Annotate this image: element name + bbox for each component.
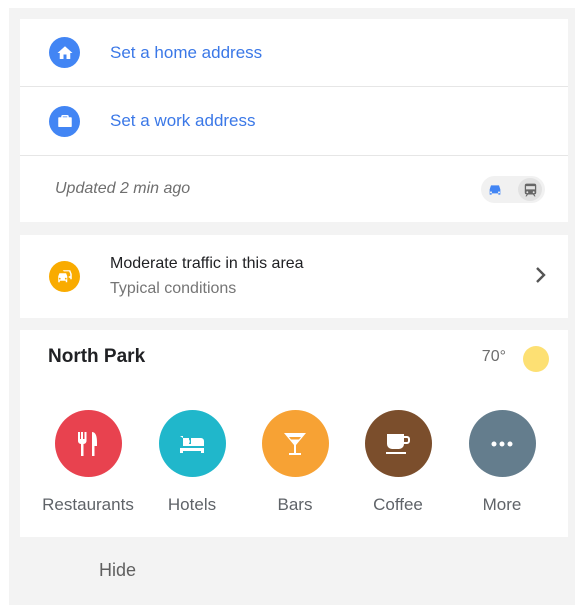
traffic-cars-icon bbox=[49, 261, 80, 292]
sun-icon bbox=[523, 346, 549, 372]
category-hotels[interactable]: Hotels bbox=[140, 410, 244, 515]
car-icon[interactable] bbox=[481, 176, 509, 203]
explore-panel: Set a home address Set a work address Up… bbox=[9, 8, 575, 605]
bed-icon bbox=[158, 410, 226, 477]
area-name: North Park bbox=[48, 346, 146, 367]
updated-text: Updated 2 min ago bbox=[55, 180, 191, 197]
set-home-label[interactable]: Set a home address bbox=[110, 43, 262, 63]
set-work-label[interactable]: Set a work address bbox=[110, 111, 256, 131]
transit-icon[interactable] bbox=[518, 178, 542, 201]
category-label: More bbox=[482, 495, 522, 514]
category-restaurants[interactable]: Restaurants bbox=[36, 410, 140, 515]
category-coffee[interactable]: Coffee bbox=[346, 410, 450, 515]
fork-knife-icon bbox=[54, 410, 122, 477]
explore-card: North Park 70° Restaurants Hotels Bars C… bbox=[20, 330, 568, 537]
category-bars[interactable]: Bars bbox=[243, 410, 347, 515]
category-more[interactable]: More bbox=[450, 410, 554, 515]
traffic-subtitle: Typical conditions bbox=[110, 280, 237, 297]
briefcase-icon bbox=[49, 105, 80, 137]
address-card: Set a home address Set a work address Up… bbox=[20, 19, 568, 222]
hide-button[interactable]: Hide bbox=[99, 560, 136, 581]
more-dots-icon bbox=[468, 410, 536, 477]
traffic-card[interactable]: Moderate traffic in this area Typical co… bbox=[20, 235, 568, 318]
category-label: Restaurants bbox=[42, 495, 134, 514]
chevron-right-icon[interactable] bbox=[528, 263, 552, 287]
cocktail-icon bbox=[261, 410, 329, 477]
home-icon bbox=[49, 37, 80, 68]
coffee-cup-icon bbox=[364, 410, 432, 477]
temperature: 70° bbox=[481, 348, 506, 365]
traffic-title: Moderate traffic in this area bbox=[110, 255, 304, 272]
set-work-row[interactable]: Set a work address bbox=[20, 87, 568, 156]
category-label: Coffee bbox=[373, 495, 423, 514]
travel-mode-toggle[interactable] bbox=[481, 176, 545, 203]
set-home-row[interactable]: Set a home address bbox=[20, 19, 568, 87]
category-label: Hotels bbox=[167, 495, 217, 514]
category-label: Bars bbox=[277, 495, 313, 514]
updated-row: Updated 2 min ago bbox=[20, 156, 568, 222]
